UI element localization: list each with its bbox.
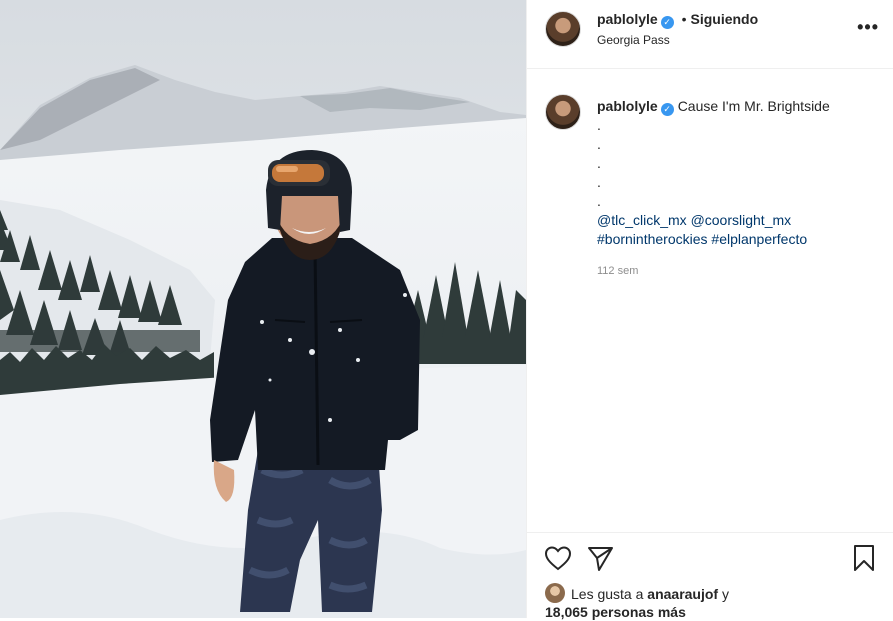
likes-prefix: Les gusta a (571, 586, 644, 602)
caption-dot: . (597, 155, 601, 171)
action-bar (527, 532, 893, 587)
header-user-line: pablolyle ✓ • Siguiendo (597, 11, 758, 29)
share-icon[interactable] (585, 543, 615, 573)
more-options-icon[interactable]: ••• (857, 17, 879, 38)
verified-badge-icon: ✓ (660, 16, 674, 29)
mention-link[interactable]: @tlc_click_mx (597, 212, 687, 228)
hashtag-link[interactable]: #bornintherockies (597, 231, 708, 247)
caption-avatar[interactable] (545, 94, 581, 130)
post-photo[interactable] (0, 0, 526, 618)
hashtag-line: #bornintherockies #elplanperfecto (597, 230, 887, 249)
heart-icon[interactable] (543, 543, 573, 573)
liker-avatar[interactable] (545, 583, 565, 603)
caption-dot: . (597, 174, 601, 190)
post-header: pablolyle ✓ • Siguiendo Georgia Pass ••• (527, 0, 893, 69)
caption-body: pablolyle ✓ Cause I'm Mr. Brightside . . .… (597, 97, 887, 281)
header-separator: • (681, 11, 687, 27)
post-container: pablolyle ✓ • Siguiendo Georgia Pass ••• p… (0, 0, 893, 621)
profile-avatar[interactable] (545, 11, 581, 47)
mention-line: @tlc_click_mx @coorslight_mx (597, 211, 887, 230)
caption-dot: . (597, 193, 601, 209)
post-side-panel: pablolyle ✓ • Siguiendo Georgia Pass ••• p… (526, 0, 893, 621)
caption-dots: . . . . . (597, 116, 887, 211)
hashtag-link[interactable]: #elplanperfecto (711, 231, 807, 247)
header-username[interactable]: pablolyle (597, 11, 658, 27)
caption-dot: . (597, 117, 601, 133)
bookmark-icon[interactable] (849, 543, 879, 573)
likes-connector: y (721, 586, 729, 602)
mention-link[interactable]: @coorslight_mx (691, 212, 792, 228)
verified-badge-icon: ✓ (660, 103, 674, 116)
liker-username[interactable]: anaaraujof (647, 586, 718, 602)
caption-dot: . (597, 136, 601, 152)
post-age[interactable]: 112 sem (597, 262, 887, 281)
following-button[interactable]: Siguiendo (690, 11, 758, 27)
location-link[interactable]: Georgia Pass (597, 33, 670, 47)
snow-mountain-photo (0, 0, 526, 618)
caption-username[interactable]: pablolyle (597, 98, 658, 114)
likes-summary: Les gusta a anaaraujof y 18,065 personas… (545, 583, 729, 621)
caption-text: Cause I'm Mr. Brightside (677, 98, 830, 114)
